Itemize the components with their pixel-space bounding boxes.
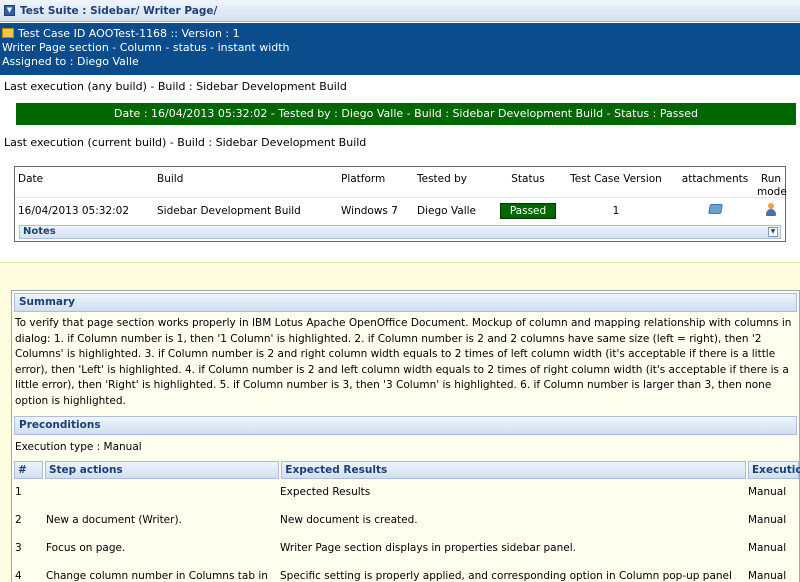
col-step-number: #: [14, 461, 43, 479]
step-execution: Manual: [748, 514, 787, 526]
last-execution-current-build: Last execution (current build) - Build :…: [4, 136, 367, 149]
col-run-mode: Run mode: [757, 173, 787, 198]
steps-table-header: # Step actions Expected Results Executio…: [14, 461, 800, 479]
test-case-header: Test Case ID AOOTest-1168 :: Version : 1…: [0, 23, 800, 75]
col-step-actions: Step actions: [44, 461, 280, 479]
step-execution: Manual: [748, 486, 787, 498]
table-row: 4 Change column number in Columns tab in…: [12, 569, 797, 582]
step-number: 4: [15, 570, 22, 582]
cell-tested-by: Diego Valle: [417, 204, 476, 217]
step-execution: Manual: [748, 570, 787, 582]
cell-date: 16/04/2013 05:32:02: [18, 204, 130, 217]
summary-header: Summary: [14, 293, 797, 312]
attachment-icon[interactable]: [707, 204, 723, 214]
col-build: Build: [157, 173, 184, 185]
step-expected: Expected Results: [280, 486, 371, 498]
manual-user-icon: [765, 202, 777, 216]
col-attachments: attachments: [681, 173, 749, 185]
table-row: 1 Expected Results Manual: [12, 485, 797, 499]
col-test-case-version: Test Case Version: [570, 173, 662, 185]
cell-run-mode: [757, 202, 785, 219]
step-expected: Specific setting is properly applied, an…: [280, 570, 732, 582]
test-case-name: Writer Page section - Column - status - …: [2, 41, 290, 54]
col-execution: Execution: [748, 461, 800, 479]
preconditions-header: Preconditions: [14, 416, 797, 435]
cell-platform: Windows 7: [341, 204, 398, 217]
step-action: [43, 485, 277, 499]
cell-build: Sidebar Development Build: [157, 204, 301, 217]
last-execution-status-bar: Date : 16/04/2013 05:32:02 - Tested by :…: [16, 103, 796, 125]
expand-notes-icon[interactable]: ▼: [768, 227, 778, 237]
step-number: 3: [15, 542, 22, 554]
test-case-id: Test Case ID AOOTest-1168 :: Version : 1: [18, 27, 240, 40]
col-status: Status: [511, 173, 545, 185]
col-date: Date: [18, 173, 44, 185]
col-tested-by: Tested by: [417, 173, 468, 185]
step-expected: New document is created.: [280, 514, 418, 526]
step-expected: Writer Page section displays in properti…: [280, 542, 576, 554]
last-execution-any-build: Last execution (any build) - Build : Sid…: [4, 80, 347, 93]
test-suite-title[interactable]: Test Suite : Sidebar/ Writer Page/: [20, 5, 217, 17]
step-number: 2: [15, 514, 22, 526]
col-platform: Platform: [341, 173, 386, 185]
notes-label: Notes: [23, 226, 56, 237]
step-action: Change column number in Columns tab in P…: [46, 570, 268, 582]
table-row: 3 Focus on page. Writer Page section dis…: [12, 541, 797, 555]
col-expected-results: Expected Results: [281, 461, 746, 479]
collapse-toggle-icon[interactable]: ▼: [4, 5, 15, 16]
step-number: 1: [15, 486, 22, 498]
status-badge: Passed: [499, 202, 557, 219]
execution-type: Execution type : Manual: [15, 441, 142, 453]
notes-section[interactable]: Notes ▼: [19, 225, 781, 239]
execution-table: Date Build Platform Tested by Status Tes…: [14, 166, 787, 242]
summary-text: To verify that page section works proper…: [15, 317, 792, 407]
cell-version: 1: [612, 204, 620, 217]
step-action: New a document (Writer).: [46, 514, 182, 526]
table-row: 16/04/2013 05:32:02 Sidebar Development …: [15, 197, 785, 223]
test-specification-box: Summary To verify that page section work…: [11, 290, 800, 582]
cell-attachments: [673, 204, 757, 217]
table-row: 2 New a document (Writer). New document …: [12, 513, 797, 527]
step-action: Focus on page.: [46, 542, 126, 554]
execution-table-header: Date Build Platform Tested by Status Tes…: [15, 167, 787, 198]
test-suite-bar: ▼ Test Suite : Sidebar/ Writer Page/: [0, 0, 800, 22]
edit-icon[interactable]: [2, 28, 14, 38]
step-execution: Manual: [748, 542, 787, 554]
assigned-to: Assigned to : Diego Valle: [2, 55, 139, 68]
test-specification-panel: Summary To verify that page section work…: [0, 262, 800, 582]
cell-status: Passed: [497, 202, 559, 219]
